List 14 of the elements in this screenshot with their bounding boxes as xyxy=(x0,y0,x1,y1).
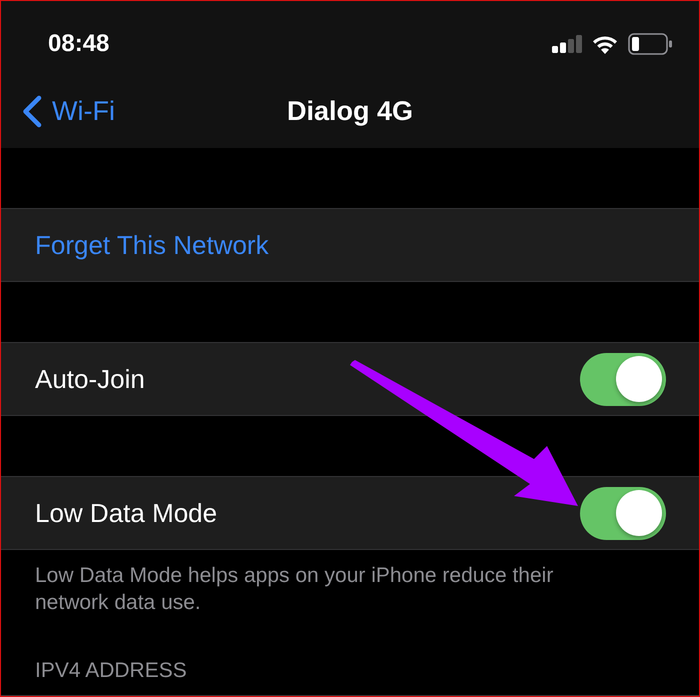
page-title: Dialog 4G xyxy=(286,98,414,125)
forget-network-link[interactable]: Forget This Network xyxy=(35,232,269,258)
signal-icon xyxy=(552,35,582,53)
back-button[interactable]: Wi-Fi xyxy=(1,95,115,128)
battery-icon xyxy=(628,33,672,55)
footer-note: Low Data Mode helps apps on your iPhone reduce their network data use. xyxy=(35,563,554,616)
toggle-switch[interactable] xyxy=(580,352,666,406)
toggle-switch[interactable] xyxy=(580,486,666,540)
row-label: Auto-Join xyxy=(35,366,145,392)
section-header: IPV4 ADDRESS xyxy=(35,660,187,681)
status-time: 08:48 xyxy=(48,32,110,56)
chevron-left-icon xyxy=(22,95,42,128)
wifi-icon xyxy=(592,34,618,54)
row-label: Low Data Mode xyxy=(35,500,218,526)
